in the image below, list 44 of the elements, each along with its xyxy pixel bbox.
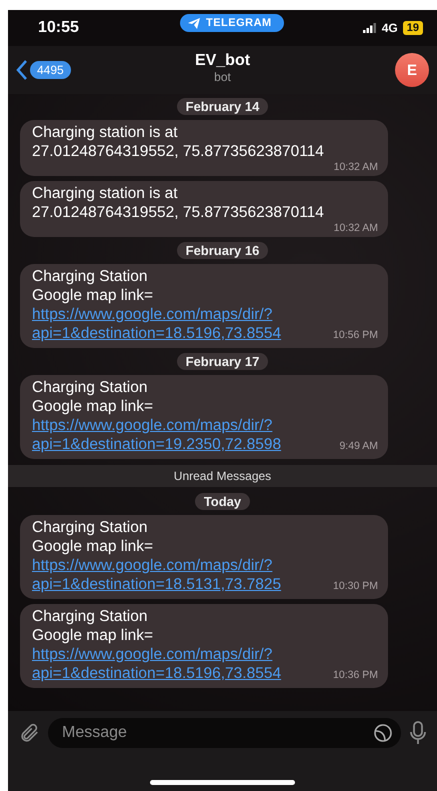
battery-level: 19 <box>402 21 423 35</box>
message-text: Google map link= <box>32 286 154 305</box>
message-text: Charging Station <box>32 518 148 537</box>
message-text: Charging station is at <box>32 184 179 203</box>
message-time: 10:32 AM <box>334 161 378 173</box>
clock-time: 10:55 <box>38 19 79 37</box>
message-time: 10:36 PM <box>333 668 378 683</box>
date-label: February 14 <box>176 98 268 115</box>
map-link[interactable]: https://www.google.com/maps/dir/? <box>32 417 272 434</box>
date-label: February 17 <box>176 353 268 370</box>
map-link[interactable]: https://www.google.com/maps/dir/? <box>32 306 272 323</box>
chat-subtitle: bot <box>214 70 231 84</box>
paper-plane-icon <box>188 18 200 28</box>
back-chevron-icon <box>16 59 28 81</box>
message-text: Google map link= <box>32 397 154 416</box>
avatar[interactable]: E <box>395 53 429 87</box>
unread-count: 4495 <box>30 61 71 79</box>
chat-title: EV_bot <box>194 52 250 70</box>
map-link[interactable]: api=1&destination=19.2350,72.8598 <box>32 435 282 454</box>
message-text: 27.01248764319552, 75.87735623870114 <box>32 142 325 161</box>
map-link[interactable]: https://www.google.com/maps/dir/? <box>32 646 272 663</box>
message-text: Charging Station <box>32 378 148 397</box>
message-time: 10:56 PM <box>333 328 378 343</box>
message-text: Charging Station <box>32 267 148 286</box>
sticker-icon[interactable] <box>373 723 393 743</box>
network-label: 4G <box>382 21 398 35</box>
message-time: 10:32 AM <box>334 222 378 234</box>
microphone-icon[interactable] <box>409 721 427 745</box>
message-text: 27.01248764319552, 75.87735623870114 <box>32 203 325 222</box>
message-time: 10:30 PM <box>333 579 378 594</box>
app-pill[interactable]: TELEGRAM <box>180 14 284 32</box>
date-label: February 16 <box>176 242 268 259</box>
message-text: Charging station is at <box>32 123 179 142</box>
message-text: Google map link= <box>32 626 154 645</box>
message-text: Google map link= <box>32 537 154 556</box>
map-link[interactable]: api=1&destination=18.5196,73.8554 <box>32 324 282 343</box>
date-label: Today <box>194 493 250 510</box>
map-link[interactable]: api=1&destination=18.5196,73.8554 <box>32 664 282 683</box>
map-link[interactable]: api=1&destination=18.5131,73.7825 <box>32 575 282 594</box>
signal-icon <box>362 23 377 33</box>
message-time: 9:49 AM <box>339 439 378 454</box>
message-text: Charging Station <box>32 607 148 626</box>
back-button[interactable]: 4495 <box>16 59 71 81</box>
map-link[interactable]: https://www.google.com/maps/dir/? <box>32 557 272 574</box>
